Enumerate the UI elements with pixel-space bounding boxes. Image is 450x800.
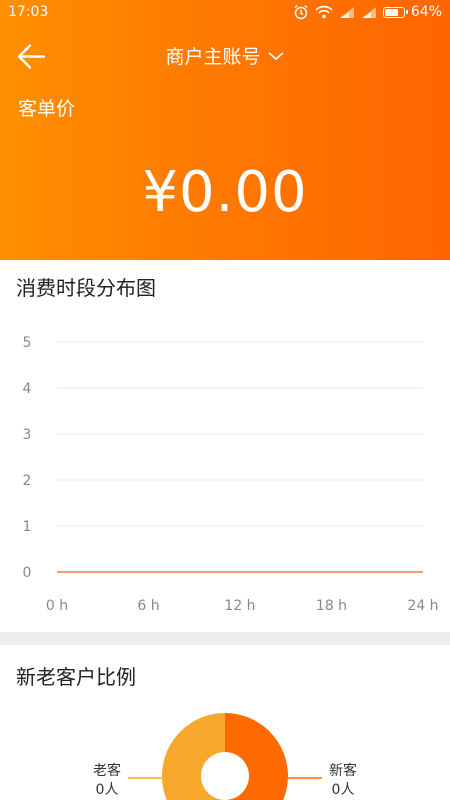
- account-selector-wrap: 商户主账号: [0, 42, 450, 69]
- chevron-down-icon: [267, 51, 284, 60]
- y-tick-label: 0: [23, 565, 32, 581]
- customer-ratio-chart: 老客 0人 新客 0人: [93, 713, 357, 800]
- metric-value: ¥0.00: [142, 160, 308, 225]
- slice-value-label: 0人: [96, 782, 119, 798]
- x-tick-label: 6 h: [137, 598, 159, 614]
- pie-slice: [162, 713, 225, 800]
- status-bar: 17:03 64%: [0, 0, 450, 26]
- time-distribution-chart: 0 1 2 3 4 5 0 h 6 h 12 h 18 h 24 h: [23, 335, 439, 614]
- signal-icon-2: [361, 6, 377, 19]
- battery-fill: [384, 8, 398, 16]
- customer-ratio-card: 新老客户比例 老客 0人 新客 0人: [0, 645, 450, 800]
- x-tick-label: 24 h: [407, 598, 438, 614]
- y-tick-label: 3: [23, 427, 32, 443]
- battery-percent: 64%: [410, 4, 442, 20]
- y-tick-label: 1: [23, 519, 32, 535]
- slice-name-label: 新客: [329, 762, 357, 779]
- time-distribution-card: 消费时段分布图 0123450 h6 h 12 h 18 h 24 h: [0, 260, 450, 632]
- signal-icon: [339, 6, 355, 19]
- x-tick-label: 0 h: [46, 598, 68, 614]
- wifi-icon: [315, 5, 333, 19]
- metric-label: 客单价: [18, 98, 76, 120]
- y-tick-label: 2: [23, 473, 32, 489]
- header-panel: 17:03 64% 商户主账号 客单价 ¥0.00: [0, 0, 450, 260]
- x-tick-label: 18 h: [316, 598, 347, 614]
- battery-icon: [382, 6, 408, 18]
- slice-name-label: 老客: [93, 762, 121, 779]
- status-icons: 64%: [293, 4, 442, 20]
- account-selector[interactable]: 商户主账号: [165, 42, 284, 69]
- account-title: 商户主账号: [165, 46, 261, 68]
- back-button[interactable]: [14, 40, 48, 74]
- x-tick-label: 12 h: [224, 598, 255, 614]
- alarm-icon: [293, 4, 309, 20]
- slice-value-label: 0人: [332, 782, 355, 798]
- arrow-left-icon: [17, 44, 46, 69]
- status-time: 17:03: [8, 4, 49, 20]
- pie-slice: [225, 713, 288, 800]
- y-tick-label: 4: [23, 381, 32, 397]
- y-tick-label: 5: [23, 335, 32, 351]
